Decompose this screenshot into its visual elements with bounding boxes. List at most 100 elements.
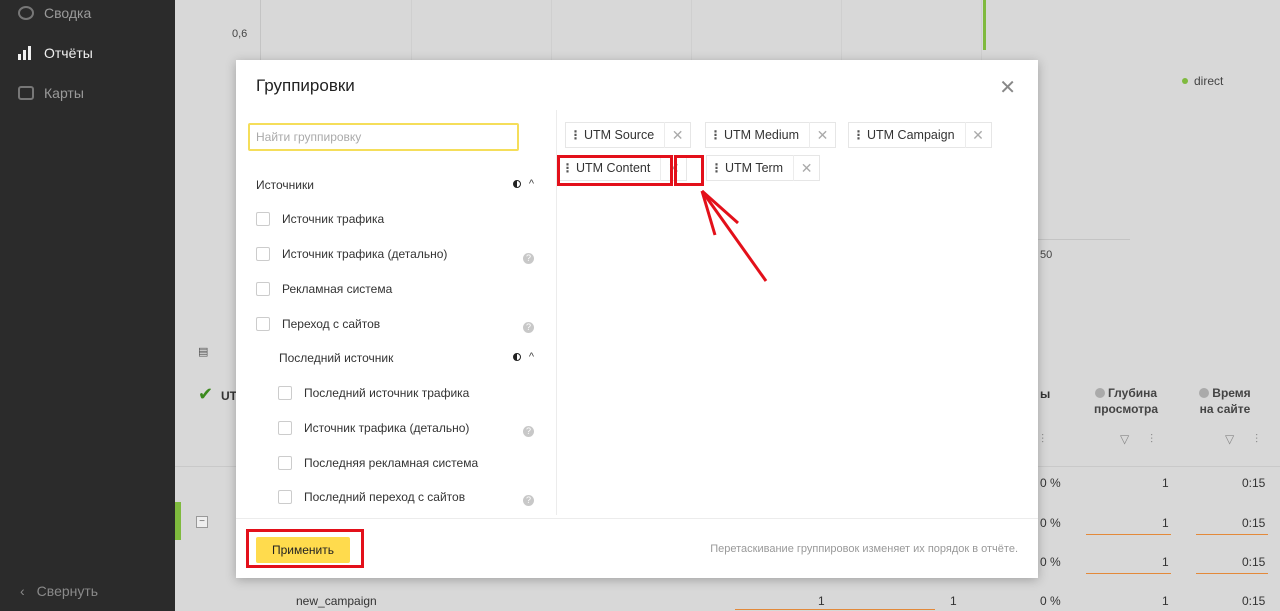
- chip-utm-medium[interactable]: ⋮ UTM Medium ✕: [705, 122, 837, 148]
- close-icon[interactable]: ✕: [999, 78, 1016, 98]
- collapse-label: Свернуть: [36, 583, 99, 599]
- column-header-depth[interactable]: Глубина просмотра: [1086, 385, 1166, 417]
- filter-icon[interactable]: ▽: [1120, 432, 1129, 446]
- table-cell: 1: [1162, 594, 1169, 608]
- y-axis-tick: 0,6: [232, 28, 248, 40]
- collapse-row-icon[interactable]: −: [196, 516, 208, 528]
- chart-toggle-icon[interactable]: ⫶: [1041, 432, 1044, 447]
- help-icon[interactable]: ?: [523, 495, 534, 506]
- legend-dot-icon: [1182, 78, 1188, 84]
- collapse-sidebar-button[interactable]: ‹ Свернуть: [20, 583, 98, 599]
- list-item[interactable]: Переход с сайтов: [256, 317, 380, 331]
- sidebar-item-reports[interactable]: Отчёты: [18, 45, 93, 61]
- help-icon[interactable]: ?: [523, 253, 534, 264]
- list-item-label: Рекламная система: [282, 282, 393, 296]
- table-cell: 1: [1162, 555, 1169, 569]
- list-item[interactable]: Рекламная система: [256, 282, 392, 296]
- list-item-label: Последняя рекламная система: [304, 456, 479, 470]
- bar-chart-icon: [18, 46, 34, 60]
- remove-chip-icon[interactable]: ✕: [793, 155, 819, 181]
- list-item[interactable]: Источник трафика (детально): [256, 247, 447, 261]
- sidebar-item-maps[interactable]: Карты: [18, 85, 84, 101]
- filter-icon[interactable]: ▽: [1225, 432, 1234, 446]
- help-icon: [1199, 388, 1210, 398]
- chip-utm-source[interactable]: ⋮ UTM Source ✕: [565, 122, 692, 148]
- list-item[interactable]: Источник трафика: [256, 212, 384, 226]
- drag-handle-icon[interactable]: ⋮: [566, 128, 584, 142]
- chip-label: UTM Term: [725, 161, 784, 175]
- list-item-label: Источник трафика (детально): [282, 247, 448, 261]
- chevron-up-icon[interactable]: ^: [529, 178, 534, 190]
- partial-select-icon[interactable]: [512, 353, 521, 361]
- drag-handle-icon[interactable]: ⋮: [706, 128, 724, 142]
- table-cell: 0:15: [1242, 594, 1266, 608]
- table-cell: 1: [1162, 516, 1169, 530]
- sidebar-item-label: Отчёты: [44, 45, 93, 61]
- chart-toggle-icon[interactable]: ⫶: [1255, 432, 1258, 447]
- table-view-icon[interactable]: ▤: [198, 345, 238, 361]
- search-input[interactable]: [248, 123, 519, 151]
- row-selection-marker: [175, 502, 181, 540]
- checkbox[interactable]: [278, 421, 292, 435]
- dialog-title: Группировки: [256, 76, 355, 95]
- list-item[interactable]: Последний источник трафика: [278, 386, 469, 400]
- table-cell: 0 %: [1040, 555, 1061, 569]
- chip-utm-campaign[interactable]: ⋮ UTM Campaign ✕: [848, 122, 992, 148]
- table-cell: 0 %: [1040, 516, 1061, 530]
- list-item[interactable]: Последняя рекламная система: [278, 456, 478, 470]
- help-icon[interactable]: ?: [523, 322, 534, 333]
- highlight-utm-content: [557, 155, 673, 186]
- checkbox[interactable]: [256, 282, 270, 296]
- check-icon: ✔: [198, 384, 214, 404]
- partial-select-icon[interactable]: [512, 180, 521, 188]
- sidebar-item-summary[interactable]: Сводка: [18, 5, 91, 21]
- chart-legend[interactable]: direct: [1182, 74, 1223, 88]
- checkbox[interactable]: [278, 386, 292, 400]
- column-header-partial: ы: [1040, 387, 1051, 401]
- column-header-time[interactable]: Время на сайте: [1190, 385, 1260, 417]
- groupings-list-panel: Источники ^ Источник трафика Источник тр…: [236, 110, 556, 515]
- help-icon[interactable]: ?: [523, 426, 534, 437]
- subgroup-header-last-source[interactable]: Последний источник ^: [279, 351, 534, 365]
- chip-label: UTM Medium: [724, 128, 800, 142]
- header-line: просмотра: [1093, 402, 1159, 416]
- list-item[interactable]: Источник трафика (детально): [278, 421, 469, 435]
- sidebar-item-label: Карты: [44, 85, 84, 101]
- list-item[interactable]: Последний переход с сайтов: [278, 490, 465, 504]
- checkbox[interactable]: [256, 247, 270, 261]
- table-row-label[interactable]: new_campaign: [296, 594, 377, 608]
- checkbox[interactable]: [256, 212, 270, 226]
- checkbox[interactable]: [278, 490, 292, 504]
- summary-icon: [18, 6, 34, 20]
- table-cell: 1: [818, 594, 825, 608]
- app-sidebar: Сводка Отчёты Карты ‹ Свернуть: [0, 0, 175, 611]
- remove-chip-icon[interactable]: ✕: [809, 122, 835, 148]
- legend-label: direct: [1194, 74, 1224, 88]
- subgroup-title: Последний источник: [279, 351, 394, 365]
- highlight-apply-button: [246, 529, 364, 568]
- checkbox[interactable]: [278, 456, 292, 470]
- drag-handle-icon[interactable]: ⋮: [849, 128, 867, 142]
- remove-chip-icon[interactable]: ✕: [664, 122, 690, 148]
- checkbox[interactable]: [256, 317, 270, 331]
- annotation-arrow-icon: [700, 189, 768, 282]
- chevron-up-icon[interactable]: ^: [529, 351, 534, 363]
- table-cell: 0 %: [1040, 476, 1061, 490]
- chip-label: UTM Source: [584, 128, 655, 142]
- list-item-label: Источник трафика (детально): [304, 421, 470, 435]
- x-axis-tick: 50: [1040, 249, 1053, 261]
- group-header-sources[interactable]: Источники ^: [256, 178, 534, 192]
- map-icon: [18, 86, 34, 100]
- chevron-left-icon: ‹: [20, 583, 25, 599]
- column-header-partial: UT: [221, 389, 237, 403]
- list-item-label: Источник трафика: [282, 212, 385, 226]
- groupings-dialog: Группировки ✕ Источники ^ Источник трафи…: [236, 60, 1038, 578]
- reorder-hint: Перетаскивание группировок изменяет их п…: [710, 543, 1018, 555]
- drag-handle-icon[interactable]: ⋮: [707, 161, 725, 175]
- table-cell: 1: [1162, 476, 1169, 490]
- group-title: Источники: [256, 178, 314, 192]
- remove-chip-icon[interactable]: ✕: [964, 122, 991, 148]
- header-line: Время: [1212, 386, 1251, 400]
- chart-toggle-icon[interactable]: ⫶: [1150, 432, 1153, 447]
- table-cell: 0:15: [1242, 516, 1266, 530]
